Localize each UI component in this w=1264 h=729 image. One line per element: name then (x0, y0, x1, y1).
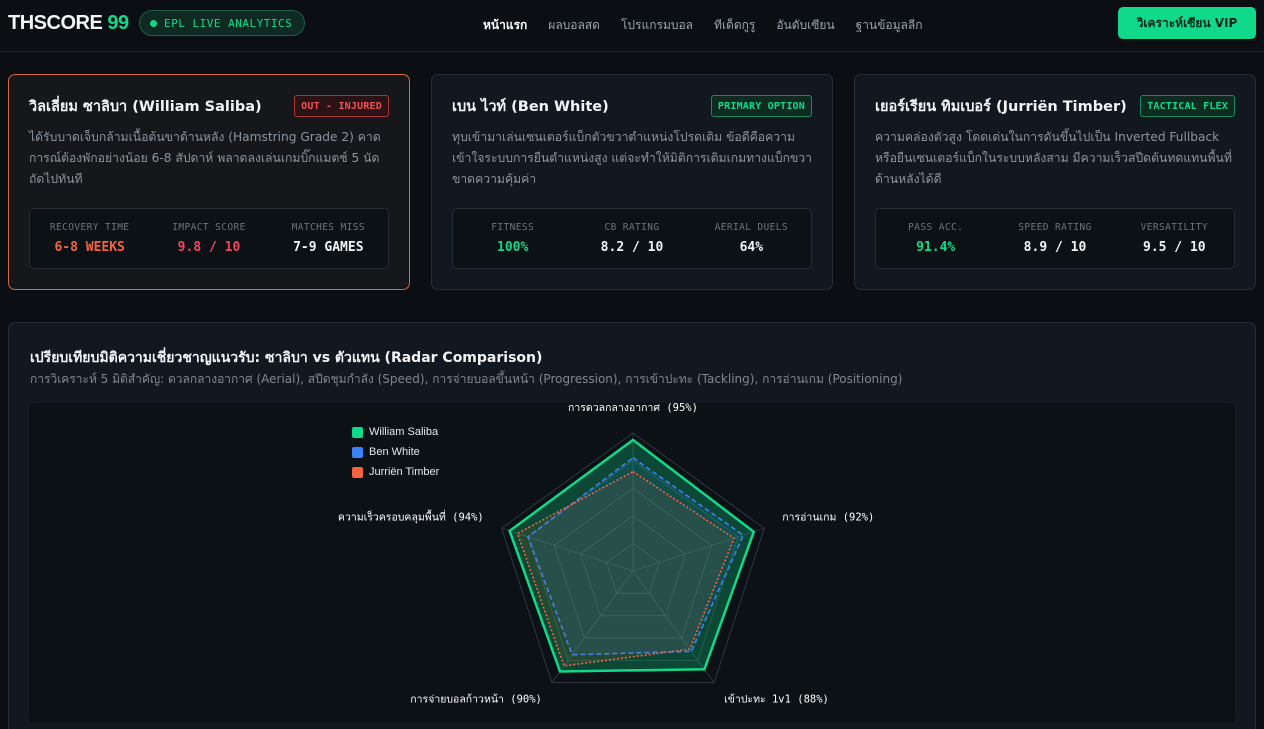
brand-number: 99 (107, 12, 129, 34)
stat-recovery-time: RECOVERY TIME 6-8 WEEKS (30, 209, 149, 268)
legend-swatch (352, 426, 363, 438)
nav-item-league-database[interactable]: ฐานข้อมูลลีก (856, 16, 923, 35)
live-status-pill: EPL LIVE ANALYTICS (139, 10, 306, 36)
status-badge: TACTICAL FLEX (1140, 95, 1235, 117)
stats-box: PASS ACC. 91.4% SPEED RATING 8.9 / 10 VE… (875, 208, 1235, 269)
stats-box: FITNESS 100% CB RATING 8.2 / 10 AERIAL D… (452, 208, 812, 269)
nav-item-rankings[interactable]: อันดับเซียน (776, 16, 834, 35)
card-title: เยอร์เรียน ทิมเบอร์ (Jurriën Timber) (875, 99, 1127, 115)
stat-pass-accuracy: PASS ACC. 91.4% (876, 209, 995, 268)
legend-swatch (352, 446, 363, 458)
legend-label: Ben White (369, 446, 420, 458)
stat-label: SPEED RATING (1018, 222, 1092, 233)
card-title: เบน ไวท์ (Ben White) (452, 99, 609, 115)
brand-text: THSCORE (8, 12, 103, 34)
stat-value: 9.8 / 10 (177, 240, 241, 255)
card-description: ได้รับบาดเจ็บกล้ามเนื้อต้นขาด้านหลัง (Ha… (29, 130, 381, 186)
chart-legend: William Saliba Ben White Jurriën Timber (352, 422, 439, 482)
stat-label: RECOVERY TIME (49, 222, 130, 233)
stat-value: 64% (739, 240, 764, 255)
stat-versatility: VERSATILITY 9.5 / 10 (1115, 209, 1234, 268)
stat-label: MATCHES MISS (291, 222, 366, 233)
radar-chart: การดวลกลางอากาศ (95%) การอ่านเกม (92%) เข้… (338, 403, 874, 706)
card-description: ทุบเข้ามาเล่นเซนเตอร์แบ็กตัวขวาตำแหน่งโป… (452, 130, 812, 186)
nav-item-fixtures[interactable]: โปรแกรมบอล (621, 16, 693, 35)
stat-value: 6-8 WEEKS (54, 240, 125, 255)
stat-value: 9.5 / 10 (1143, 240, 1206, 255)
player-card-saliba: วิลเลี่ยม ซาลิบา (William Saliba) OUT - … (8, 74, 410, 290)
stat-label: VERSATILITY (1140, 222, 1208, 233)
stat-value: 7-9 GAMES (293, 240, 364, 255)
player-card-timber: เยอร์เรียน ทิมเบอร์ (Jurriën Timber) TAC… (854, 74, 1256, 290)
stat-label: FITNESS (491, 222, 535, 233)
stats-box: RECOVERY TIME 6-8 WEEKS IMPACT SCORE 9.8… (29, 208, 389, 269)
vip-analysis-button[interactable]: วิเคราะห์เซียน VIP (1118, 7, 1256, 39)
stat-label: AERIAL DUELS (714, 222, 789, 233)
radar-axis-label: การดวลกลางอากาศ (95%) (568, 403, 698, 414)
stat-speed-rating: SPEED RATING 8.9 / 10 (995, 209, 1114, 268)
stat-label: CB RATING (604, 222, 660, 233)
stat-value: 100% (497, 240, 529, 255)
radar-chart-area: การดวลกลางอากาศ (95%) การอ่านเกม (92%) เข้… (29, 403, 1235, 723)
status-badge: OUT - INJURED (294, 95, 389, 117)
stat-impact-score: IMPACT SCORE 9.8 / 10 (149, 209, 268, 268)
card-title: วิลเลี่ยม ซาลิบา (William Saliba) (29, 99, 262, 115)
live-label: EPL LIVE ANALYTICS (164, 16, 293, 30)
live-dot-icon (150, 19, 157, 27)
nav-item-home[interactable]: หน้าแรก (483, 16, 527, 35)
nav-item-live-scores[interactable]: ผลบอลสด (548, 16, 600, 35)
stat-label: IMPACT SCORE (172, 222, 246, 233)
radar-axis-label: ความเร็วครอบคลุมพื้นที่ (94%) (338, 509, 484, 523)
legend-item-saliba[interactable]: William Saliba (352, 422, 439, 442)
panel-title: เปรียบเทียบมิติความเชี่ยวชาญแนวรับ: ซาลิ… (30, 350, 543, 366)
legend-item-timber[interactable]: Jurriën Timber (352, 462, 439, 482)
radar-comparison-panel: เปรียบเทียบมิติความเชี่ยวชาญแนวรับ: ซาลิ… (8, 322, 1256, 729)
top-navbar: THSCORE 99 EPL LIVE ANALYTICS หน้าแรก ผล… (0, 0, 1264, 52)
legend-label: William Saliba (369, 426, 439, 438)
stat-fitness: FITNESS 100% (453, 209, 572, 268)
stat-aerial-duels: AERIAL DUELS 64% (692, 209, 811, 268)
radar-axis-label: เข้าปะทะ 1v1 (88%) (724, 694, 829, 706)
stat-value: 8.2 / 10 (600, 240, 664, 255)
legend-label: Jurriën Timber (369, 466, 440, 478)
radar-axis-label: การอ่านเกม (92%) (782, 511, 874, 523)
legend-swatch (352, 466, 363, 478)
radar-axis-label: การจ่ายบอลก้าวหน้า (90%) (410, 694, 542, 706)
nav-item-tips[interactable]: ทีเด็ดกูรู (714, 16, 755, 35)
card-description: ความคล่องตัวสูง โดดเด่นในการดันขึ้นไปเป็… (875, 130, 1232, 186)
legend-item-white[interactable]: Ben White (352, 442, 439, 462)
main-nav: หน้าแรก ผลบอลสด โปรแกรมบอล ทีเด็ดกูรู อั… (483, 16, 923, 35)
stat-matches-miss: MATCHES MISS 7-9 GAMES (269, 209, 388, 268)
panel-subtitle: การวิเคราะห์ 5 มิติสำคัญ: ดวลกลางอากาศ (… (30, 372, 903, 386)
stat-cb-rating: CB RATING 8.2 / 10 (572, 209, 691, 268)
player-card-white: เบน ไวท์ (Ben White) PRIMARY OPTION ทุบเ… (431, 74, 833, 290)
stat-value: 8.9 / 10 (1023, 240, 1087, 255)
stat-label: PASS ACC. (908, 222, 964, 233)
status-badge: PRIMARY OPTION (710, 95, 812, 117)
brand-logo[interactable]: THSCORE 99 (8, 12, 129, 35)
stat-value: 91.4% (916, 240, 956, 255)
